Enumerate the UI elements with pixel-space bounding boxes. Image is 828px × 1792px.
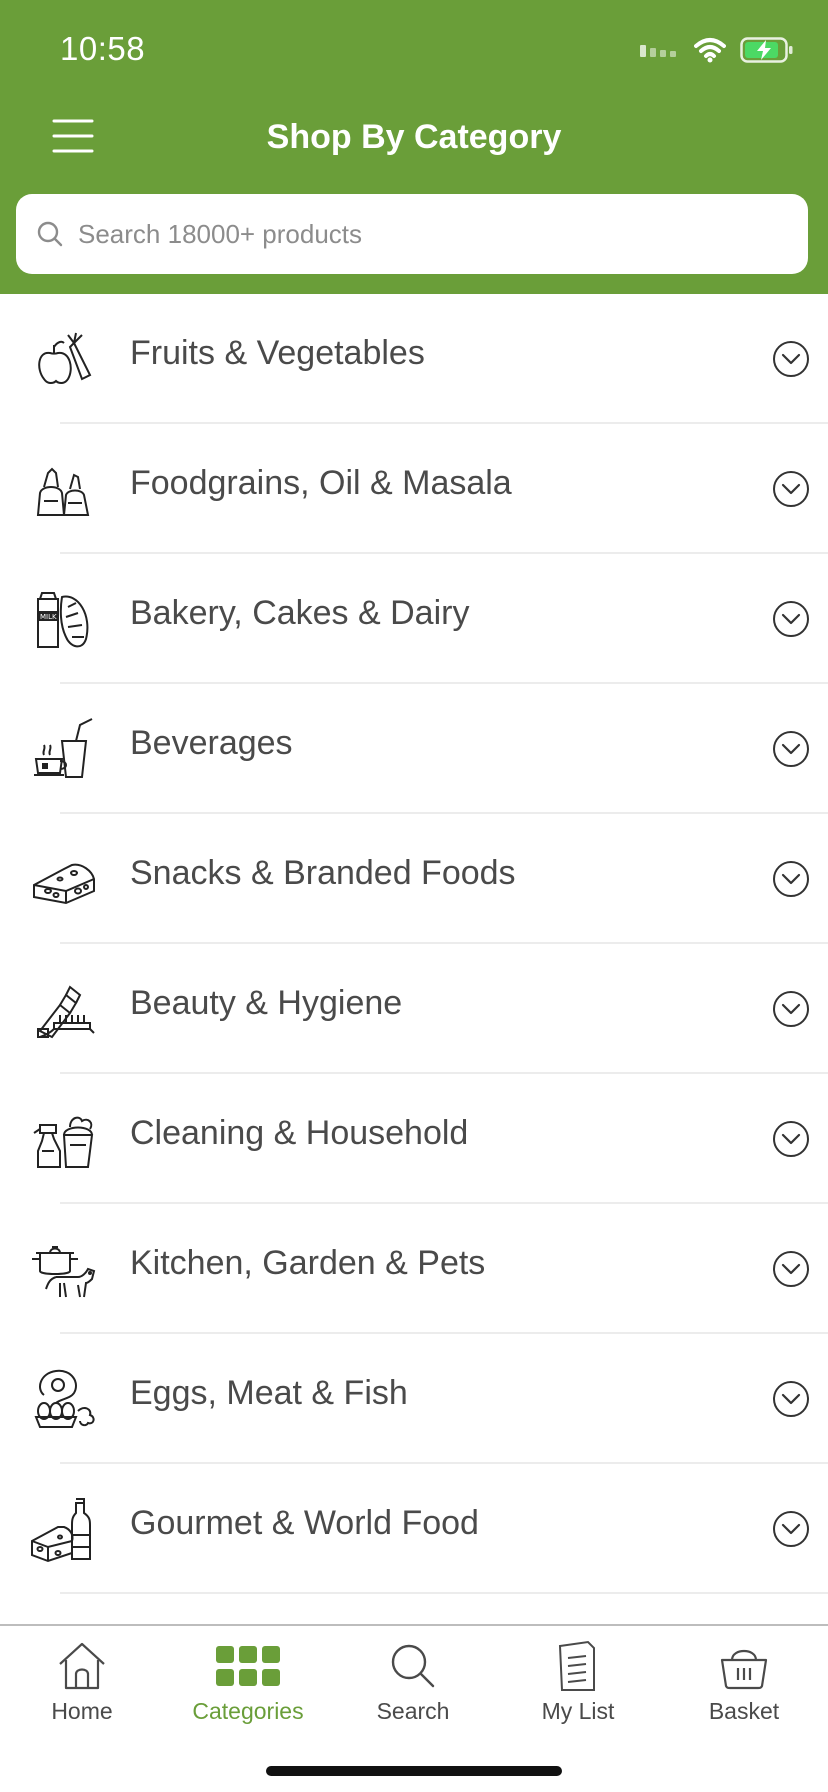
search-icon bbox=[37, 221, 63, 247]
basket-icon bbox=[720, 1649, 768, 1690]
tab-basket[interactable]: Basket bbox=[664, 1640, 824, 1740]
category-row-beverages[interactable]: Beverages bbox=[0, 684, 828, 814]
category-label: Beauty & Hygiene bbox=[130, 984, 403, 1022]
tab-my-list[interactable]: My List bbox=[498, 1640, 658, 1740]
category-label: Beverages bbox=[130, 724, 293, 762]
fruits-vegetables-icon bbox=[38, 332, 92, 384]
app-header: 10:58 Shop By Category bbox=[0, 0, 828, 294]
tab-label: Categories bbox=[192, 1698, 304, 1724]
category-row-gourmet[interactable]: Gourmet & World Food bbox=[0, 1464, 828, 1594]
tab-label: My List bbox=[541, 1698, 615, 1724]
search-bar[interactable] bbox=[16, 194, 808, 274]
bakery-dairy-icon: MILK bbox=[37, 592, 89, 648]
home-icon bbox=[59, 1642, 105, 1690]
chevron-down-icon[interactable] bbox=[772, 1510, 810, 1548]
search-icon bbox=[391, 1644, 435, 1688]
cellular-signal-icon bbox=[640, 45, 676, 57]
category-row-kitchen-pets[interactable]: Kitchen, Garden & Pets bbox=[0, 1204, 828, 1334]
status-time: 10:58 bbox=[60, 30, 146, 67]
page-title: Shop By Category bbox=[266, 118, 562, 156]
chevron-down-icon[interactable] bbox=[772, 860, 810, 898]
chevron-down-icon[interactable] bbox=[772, 1380, 810, 1418]
battery-charging-icon bbox=[740, 37, 793, 63]
category-row-snacks[interactable]: Snacks & Branded Foods bbox=[0, 814, 828, 944]
kitchen-pets-icon bbox=[32, 1246, 96, 1298]
search-input[interactable] bbox=[78, 218, 808, 250]
eggs-meat-icon bbox=[34, 1369, 95, 1428]
list-icon bbox=[558, 1640, 595, 1691]
cleaning-icon bbox=[33, 1116, 94, 1168]
category-row-fruits-vegetables[interactable]: Fruits & Vegetables bbox=[0, 294, 828, 424]
category-label: Bakery, Cakes & Dairy bbox=[130, 594, 470, 632]
wifi-icon bbox=[694, 38, 726, 63]
category-label: Snacks & Branded Foods bbox=[130, 854, 516, 892]
category-label: Kitchen, Garden & Pets bbox=[130, 1244, 486, 1282]
tab-categories[interactable]: Categories bbox=[168, 1640, 328, 1740]
chevron-down-icon[interactable] bbox=[772, 1120, 810, 1158]
category-row-cleaning-household[interactable]: Cleaning & Household bbox=[0, 1074, 828, 1204]
tab-search[interactable]: Search bbox=[333, 1640, 493, 1740]
tab-label: Search bbox=[376, 1698, 450, 1724]
beauty-hygiene-icon bbox=[37, 985, 95, 1039]
gourmet-icon bbox=[31, 1498, 91, 1563]
chevron-down-icon[interactable] bbox=[772, 600, 810, 638]
chevron-down-icon[interactable] bbox=[772, 730, 810, 768]
category-row-foodgrains[interactable]: Foodgrains, Oil & Masala bbox=[0, 424, 828, 554]
tab-label: Home bbox=[51, 1698, 113, 1724]
category-row-beauty-hygiene[interactable]: Beauty & Hygiene bbox=[0, 944, 828, 1074]
category-label: Cleaning & Household bbox=[130, 1114, 469, 1152]
row-divider bbox=[60, 1592, 828, 1594]
chevron-down-icon[interactable] bbox=[772, 1250, 810, 1288]
snacks-icon bbox=[33, 863, 95, 905]
chevron-down-icon[interactable] bbox=[772, 990, 810, 1028]
tab-home[interactable]: Home bbox=[2, 1640, 162, 1740]
svg-text:MILK: MILK bbox=[40, 613, 57, 621]
category-row-bakery-dairy[interactable]: MILK Bakery, Cakes & Dairy bbox=[0, 554, 828, 684]
category-list: Fruits & Vegetables Foodgrains, Oil & Ma… bbox=[0, 294, 828, 1594]
category-label: Gourmet & World Food bbox=[130, 1504, 479, 1542]
category-label: Foodgrains, Oil & Masala bbox=[130, 464, 512, 502]
tab-label: Basket bbox=[708, 1698, 780, 1724]
category-label: Eggs, Meat & Fish bbox=[130, 1374, 408, 1412]
beverages-icon bbox=[34, 718, 93, 778]
home-indicator bbox=[266, 1766, 562, 1776]
status-icons bbox=[640, 32, 794, 68]
grid-icon bbox=[216, 1646, 280, 1686]
chevron-down-icon[interactable] bbox=[772, 470, 810, 508]
category-label: Fruits & Vegetables bbox=[130, 334, 425, 372]
category-row-eggs-meat[interactable]: Eggs, Meat & Fish bbox=[0, 1334, 828, 1464]
chevron-down-icon[interactable] bbox=[772, 340, 810, 378]
foodgrains-icon bbox=[36, 467, 90, 516]
